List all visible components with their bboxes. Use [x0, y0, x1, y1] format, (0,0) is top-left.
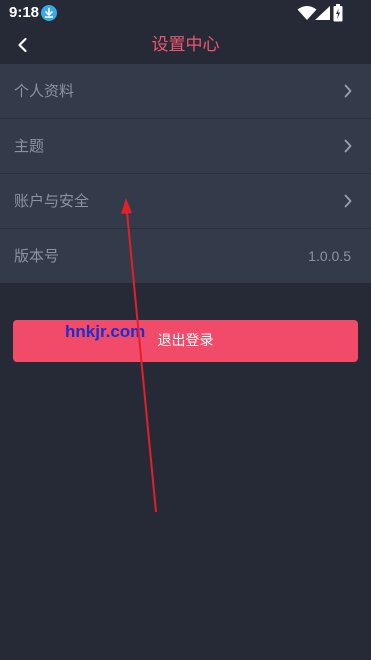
menu-item-label: 版本号 — [14, 247, 60, 265]
status-bar: 9:18 — [0, 0, 371, 26]
menu-item-version: 版本号 1.0.0.5 — [0, 229, 371, 283]
signal-icon — [315, 6, 330, 20]
menu-item-theme[interactable]: 主题 — [0, 119, 371, 174]
version-value: 1.0.0.5 — [308, 248, 351, 264]
menu-item-profile[interactable]: 个人资料 — [0, 64, 371, 119]
chevron-right-icon — [344, 194, 352, 208]
menu-item-label: 账户与安全 — [14, 192, 90, 210]
nav-bar: 设置中心 — [0, 26, 371, 64]
menu-item-account-security[interactable]: 账户与安全 — [0, 174, 371, 229]
settings-menu: 个人资料 主题 账户与安全 版本号 1.0.0.5 — [0, 64, 371, 283]
status-time: 9:18 — [9, 4, 40, 21]
download-icon — [41, 5, 57, 21]
logout-button[interactable]: 退出登录 — [13, 320, 358, 362]
menu-item-label: 主题 — [14, 137, 45, 155]
battery-icon — [333, 4, 343, 22]
chevron-right-icon — [344, 139, 352, 153]
menu-item-label: 个人资料 — [14, 82, 75, 100]
chevron-right-icon — [344, 84, 352, 98]
page-title: 设置中心 — [151, 35, 220, 55]
